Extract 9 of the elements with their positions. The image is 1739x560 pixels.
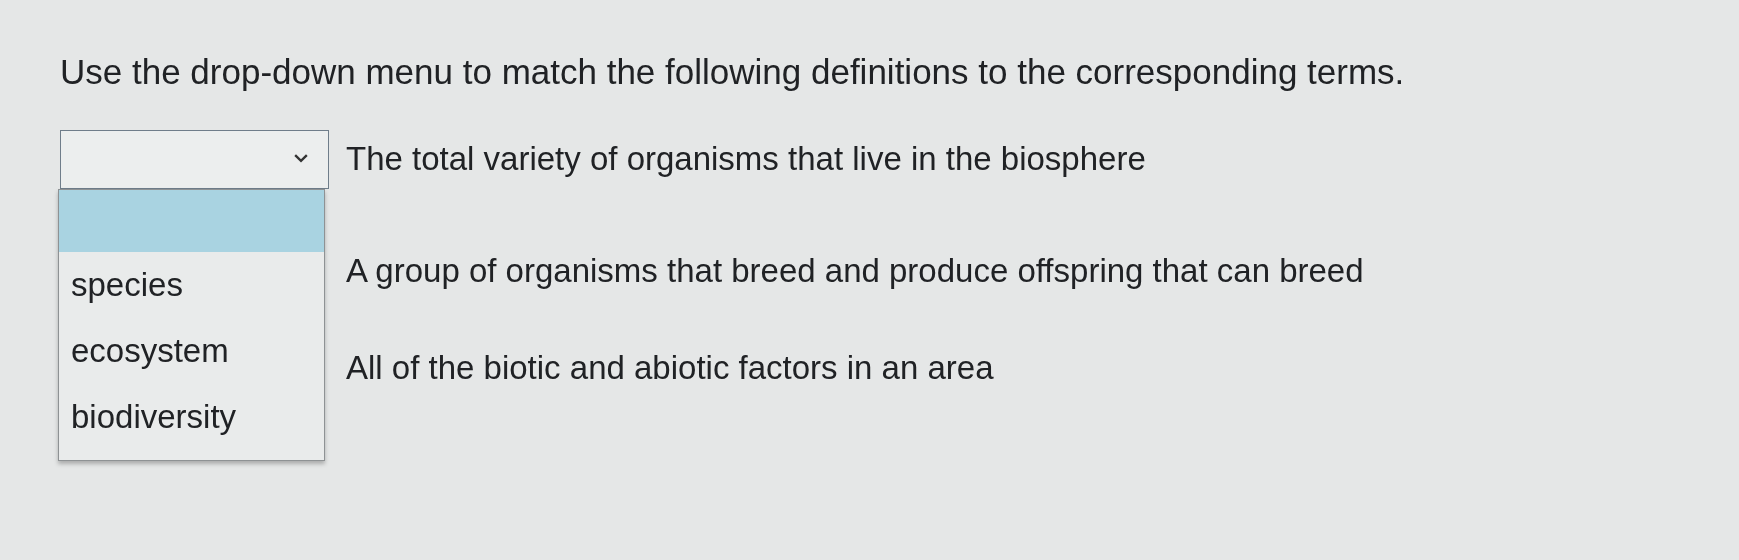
dropdown-option[interactable]: species (59, 252, 324, 318)
dropdown-option[interactable]: biodiversity (59, 384, 324, 450)
definition-text: All of the biotic and abiotic factors in an area (345, 348, 994, 388)
instructions-text: Use the drop-down menu to match the following definitions to the corresponding terms. (60, 51, 1406, 93)
definition-text: A group of organisms that breed and produce offspring that can breed (345, 251, 1364, 291)
dropdown-option[interactable]: ecosystem (59, 318, 324, 384)
chevron-down-icon (294, 153, 308, 163)
dropdown-select[interactable] (60, 130, 329, 189)
definition-text: The total variety of organisms that live in the biosphere (345, 139, 1146, 179)
